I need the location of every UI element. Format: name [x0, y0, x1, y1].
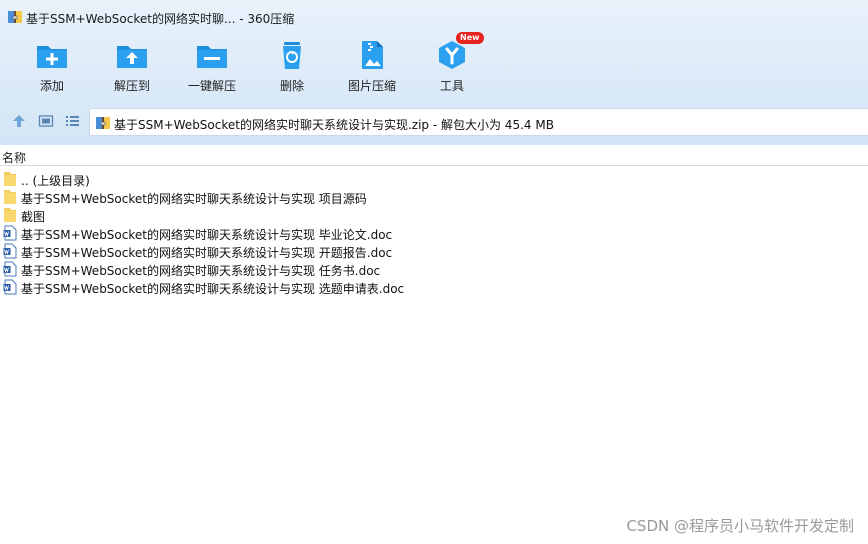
address-bar[interactable]: 基于SSM+WebSocket的网络实时聊天系统设计与实现.zip - 解包大小…	[89, 108, 868, 136]
list-item-name: 基于SSM+WebSocket的网络实时聊天系统设计与实现 毕业论文.doc	[21, 228, 393, 242]
list-view-icon[interactable]	[64, 113, 80, 129]
one-click-extract-label: 一键解压	[187, 79, 236, 93]
word-doc-icon	[3, 243, 17, 259]
list-item-name: 截图	[21, 210, 46, 224]
delete-label: 删除	[279, 79, 304, 93]
list-item[interactable]: 截图	[0, 206, 868, 224]
window-title: 基于SSM+WebSocket的网络实时聊... - 360压缩	[26, 12, 295, 26]
title-bar: 基于SSM+WebSocket的网络实时聊... - 360压缩	[0, 0, 868, 34]
folder-icon	[4, 190, 16, 204]
extract-folder-icon	[117, 46, 147, 68]
list-item-name: 基于SSM+WebSocket的网络实时聊天系统设计与实现 项目源码	[21, 192, 367, 206]
list-item-name: 基于SSM+WebSocket的网络实时聊天系统设计与实现 任务书.doc	[21, 264, 381, 278]
word-doc-icon	[3, 279, 17, 295]
image-zip-icon	[362, 41, 383, 69]
tools-button[interactable]: New 工具	[416, 32, 488, 98]
top-panel: 基于SSM+WebSocket的网络实时聊... - 360压缩 添加 解压到	[0, 0, 868, 145]
list-item[interactable]: .. (上级目录)	[0, 170, 868, 188]
list-item[interactable]: 基于SSM+WebSocket的网络实时聊天系统设计与实现 选题申请表.doc	[0, 278, 868, 296]
list-item-name: .. (上级目录)	[21, 174, 90, 188]
extract-to-button[interactable]: 解压到	[96, 36, 168, 98]
column-header-name[interactable]: 名称	[0, 146, 868, 166]
word-doc-icon	[3, 225, 17, 241]
tools-hexagon-icon	[439, 41, 465, 69]
list-item-name: 基于SSM+WebSocket的网络实时聊天系统设计与实现 选题申请表.doc	[21, 282, 405, 296]
tools-label: 工具	[439, 79, 464, 93]
folder-icon	[4, 172, 16, 186]
list-item[interactable]: 基于SSM+WebSocket的网络实时聊天系统设计与实现 项目源码	[0, 188, 868, 206]
add-button[interactable]: 添加	[16, 36, 88, 98]
delete-button[interactable]: 删除	[256, 36, 328, 98]
image-compress-button[interactable]: 图片压缩	[336, 36, 408, 98]
add-label: 添加	[39, 79, 64, 93]
one-click-extract-icon	[197, 46, 227, 68]
new-badge: New	[456, 32, 484, 44]
file-list: 名称 .. (上级目录) 基于SSM+WebSocket的网络实时聊天系统设计与…	[0, 146, 868, 544]
image-compress-label: 图片压缩	[347, 79, 396, 93]
extract-to-label: 解压到	[113, 79, 150, 93]
one-click-extract-button[interactable]: 一键解压	[176, 36, 248, 98]
list-item[interactable]: 基于SSM+WebSocket的网络实时聊天系统设计与实现 开题报告.doc	[0, 242, 868, 260]
thumbnail-view-icon[interactable]	[38, 113, 54, 129]
list-item[interactable]: 基于SSM+WebSocket的网络实时聊天系统设计与实现 任务书.doc	[0, 260, 868, 278]
list-item-name: 基于SSM+WebSocket的网络实时聊天系统设计与实现 开题报告.doc	[21, 246, 393, 260]
list-item[interactable]: 基于SSM+WebSocket的网络实时聊天系统设计与实现 毕业论文.doc	[0, 224, 868, 242]
archive-app-icon	[8, 11, 22, 23]
column-name-label: 名称	[2, 151, 27, 165]
up-arrow-icon[interactable]	[11, 113, 27, 129]
toolbar: 添加 解压到 一键解压 删除 图片压缩 New 工具	[0, 32, 868, 100]
watermark: CSDN @程序员小马软件开发定制	[626, 517, 854, 535]
zip-archive-icon	[96, 117, 110, 129]
address-row: 基于SSM+WebSocket的网络实时聊天系统设计与实现.zip - 解包大小…	[0, 106, 868, 136]
folder-icon	[4, 208, 16, 222]
word-doc-icon	[3, 261, 17, 277]
recycle-bin-icon	[283, 42, 301, 69]
add-folder-icon	[37, 46, 67, 68]
address-path: 基于SSM+WebSocket的网络实时聊天系统设计与实现.zip - 解包大小…	[114, 118, 554, 132]
